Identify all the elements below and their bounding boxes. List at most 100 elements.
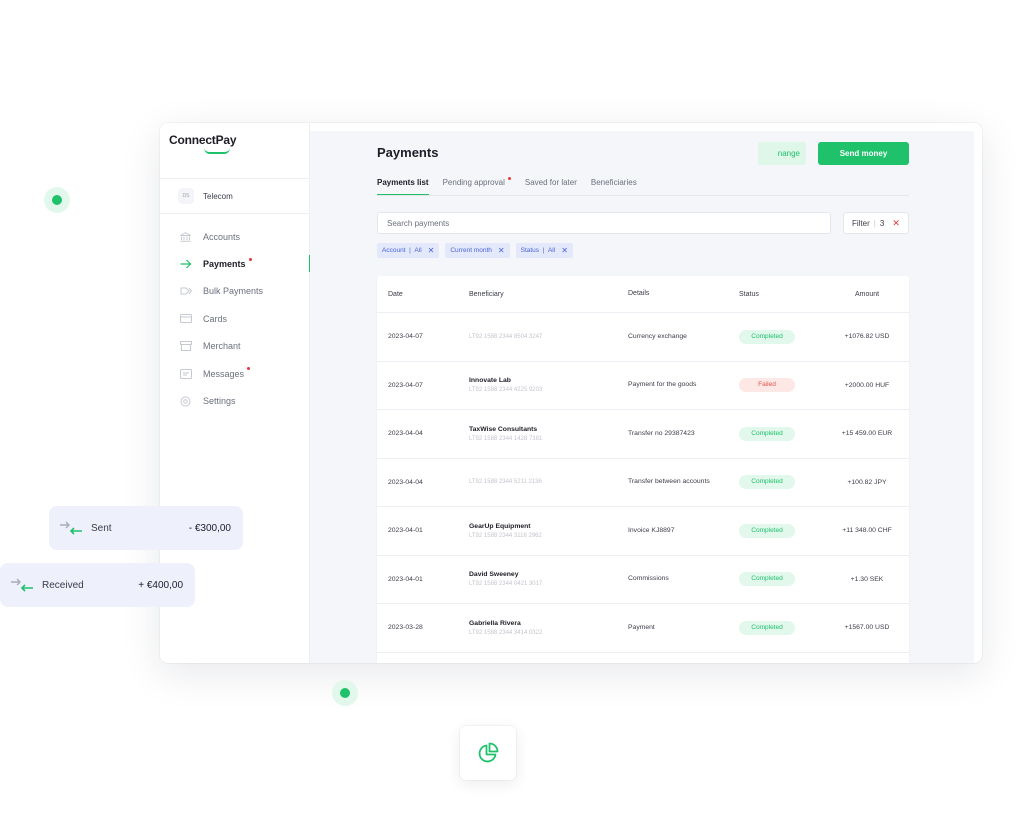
row-date: 2023-04-07 bbox=[388, 381, 423, 389]
status-badge: Completed bbox=[739, 426, 795, 441]
pie-chart-icon bbox=[478, 742, 499, 763]
tab-payments-list[interactable]: Payments list bbox=[377, 178, 429, 196]
row-status: Completed bbox=[739, 523, 825, 538]
column-header-amount[interactable]: Amount bbox=[825, 291, 909, 298]
sidebar-item-cards[interactable]: Cards bbox=[160, 305, 310, 332]
sidebar-item-label: Messages bbox=[203, 368, 245, 379]
table-row[interactable]: 2023-04-04 LT92 1588 2344 5211 2136 Tran… bbox=[377, 459, 909, 507]
message-icon bbox=[179, 368, 192, 379]
status-badge: Completed bbox=[739, 523, 795, 538]
table-header: Date Beneficiary Details Status Amount bbox=[377, 276, 909, 313]
sidebar-nav: Accounts Payments Bulk Payments Cards Me… bbox=[160, 223, 311, 415]
page-title: Payments bbox=[377, 145, 439, 160]
status-badge: Completed bbox=[739, 475, 795, 490]
bulk-transfer-icon bbox=[179, 286, 192, 296]
org-name: Telecom bbox=[203, 191, 233, 201]
received-card: Received + €400,00 bbox=[0, 563, 195, 607]
sidebar-item-messages[interactable]: Messages bbox=[160, 360, 310, 387]
sidebar-item-merchant[interactable]: Merchant bbox=[160, 333, 310, 360]
sidebar-item-settings[interactable]: Settings bbox=[160, 387, 310, 414]
column-header-status[interactable]: Status bbox=[739, 291, 825, 298]
tabs-divider bbox=[377, 195, 909, 196]
row-beneficiary: LT92 1588 2344 5211 2136 bbox=[469, 479, 628, 485]
row-amount: +1.30 SEK bbox=[850, 575, 884, 583]
received-label: Received bbox=[42, 579, 84, 591]
row-date: 2023-04-01 bbox=[388, 527, 423, 535]
chip-separator: | bbox=[539, 247, 548, 254]
row-details: Transfer between accounts bbox=[628, 478, 710, 486]
table-row[interactable]: 2023-04-01 GearUp Equipment LT92 1588 23… bbox=[377, 507, 909, 556]
search-input[interactable]: Search payments bbox=[377, 212, 831, 234]
row-date: 2023-04-04 bbox=[388, 478, 423, 486]
chip-label: Status bbox=[520, 247, 540, 254]
filter-chip-status[interactable]: Status | All ✕ bbox=[515, 243, 573, 258]
notification-dot bbox=[247, 367, 251, 371]
bank-icon bbox=[179, 231, 192, 242]
table-row[interactable]: 2023-04-07 Innovate Lab LT92 1588 2344 4… bbox=[377, 362, 909, 410]
filter-chip-account[interactable]: Account | All ✕ bbox=[377, 243, 440, 258]
filter-label: Filter bbox=[852, 218, 870, 228]
table-row[interactable]: 2023-04-07 LT92 1588 2344 8504 3247 Curr… bbox=[377, 313, 909, 362]
tab-beneficiaries[interactable]: Beneficiaries bbox=[591, 178, 637, 196]
sidebar-item-bulk-payments[interactable]: Bulk Payments bbox=[160, 278, 310, 305]
row-amount: +2000.00 HUF bbox=[844, 381, 890, 389]
notification-dot bbox=[507, 177, 511, 180]
active-filters: Account | All ✕ Current month ✕ Status |… bbox=[377, 243, 573, 258]
row-details: Invoice KJ8897 bbox=[628, 526, 675, 534]
sidebar-item-accounts[interactable]: Accounts bbox=[160, 223, 310, 250]
row-iban: LT92 1588 2344 3116 2962 bbox=[469, 532, 542, 539]
table-row[interactable]: 2023-04-04 TaxWise Consultants LT92 1588… bbox=[377, 410, 909, 459]
clear-filter-icon[interactable]: ✕ bbox=[892, 218, 900, 229]
chip-separator: | bbox=[405, 247, 415, 254]
row-amount: +11 348.00 CHF bbox=[842, 527, 892, 535]
row-amount: +1567.00 USD bbox=[844, 624, 890, 632]
filter-chip-month[interactable]: Current month ✕ bbox=[445, 243, 510, 258]
remove-chip-icon[interactable]: ✕ bbox=[561, 246, 568, 255]
sidebar-item-label: Cards bbox=[203, 313, 228, 324]
sidebar-item-payments[interactable]: Payments bbox=[160, 250, 311, 277]
tab-pending-approval[interactable]: Pending approval bbox=[443, 177, 511, 196]
row-details: Transfer no 29387423 bbox=[628, 429, 695, 437]
sent-card: Sent - €300,00 bbox=[49, 506, 243, 550]
main-content: Payments nange Send money Payments list … bbox=[310, 131, 974, 663]
row-status: Completed bbox=[739, 620, 825, 635]
row-iban: LT92 1588 2344 8504 3247 bbox=[469, 333, 543, 340]
row-beneficiary-name: David Sweeney bbox=[469, 571, 519, 579]
remove-chip-icon[interactable]: ✕ bbox=[428, 246, 435, 255]
org-avatar: DS bbox=[178, 188, 194, 204]
column-header-beneficiary[interactable]: Beneficiary bbox=[469, 291, 628, 298]
sent-amount: - €300,00 bbox=[188, 522, 231, 534]
row-beneficiary-name: Gabriella Rivera bbox=[469, 619, 521, 627]
remove-chip-icon[interactable]: ✕ bbox=[498, 246, 505, 255]
exchange-button[interactable]: nange bbox=[758, 142, 806, 165]
filter-count: 3 bbox=[879, 218, 885, 228]
row-status: Failed bbox=[739, 378, 825, 393]
row-date: 2023-04-04 bbox=[388, 430, 423, 438]
column-header-details[interactable]: Details bbox=[628, 289, 739, 299]
brand-logo[interactable]: ConnectPay bbox=[169, 133, 237, 147]
tab-saved-for-later[interactable]: Saved for later bbox=[525, 178, 577, 196]
row-beneficiary: Gabriella Rivera LT92 1588 2344 3414 032… bbox=[469, 620, 628, 636]
table-row[interactable]: 2023-03-28 Gabriella Rivera LT92 1588 23… bbox=[377, 604, 909, 653]
org-switcher[interactable]: DS Telecom bbox=[160, 178, 310, 214]
send-money-button[interactable]: Send money bbox=[818, 142, 909, 165]
row-beneficiary: David Sweeney LT92 1588 2344 0421 3017 bbox=[469, 571, 628, 587]
row-iban: LT92 1588 2344 5211 2136 bbox=[469, 479, 542, 486]
row-amount: +15 459.00 EUR bbox=[841, 430, 893, 438]
table-row[interactable]: 2023-04-01 David Sweeney LT92 1588 2344 … bbox=[377, 556, 909, 604]
row-iban: LT92 1588 2344 0421 3017 bbox=[469, 581, 543, 588]
sidebar-item-label: Merchant bbox=[203, 341, 241, 352]
row-status: Completed bbox=[739, 572, 825, 587]
column-header-date[interactable]: Date bbox=[377, 291, 469, 298]
row-beneficiary: Innovate Lab LT92 1588 2344 4225 9203 bbox=[469, 377, 628, 393]
row-status: Completed bbox=[739, 475, 825, 490]
decorative-dot bbox=[332, 680, 358, 706]
filter-button[interactable]: Filter | 3 ✕ bbox=[843, 212, 909, 234]
stage: ConnectPay DS Telecom Accounts Payments bbox=[0, 0, 1016, 827]
sent-label: Sent bbox=[91, 522, 112, 534]
row-iban: LT92 1588 2344 1428 7381 bbox=[469, 435, 543, 442]
sidebar-item-label: Settings bbox=[203, 396, 236, 407]
row-details: Commissions bbox=[628, 575, 669, 583]
payments-table: Date Beneficiary Details Status Amount 2… bbox=[377, 276, 909, 663]
chip-value: All bbox=[547, 247, 556, 254]
